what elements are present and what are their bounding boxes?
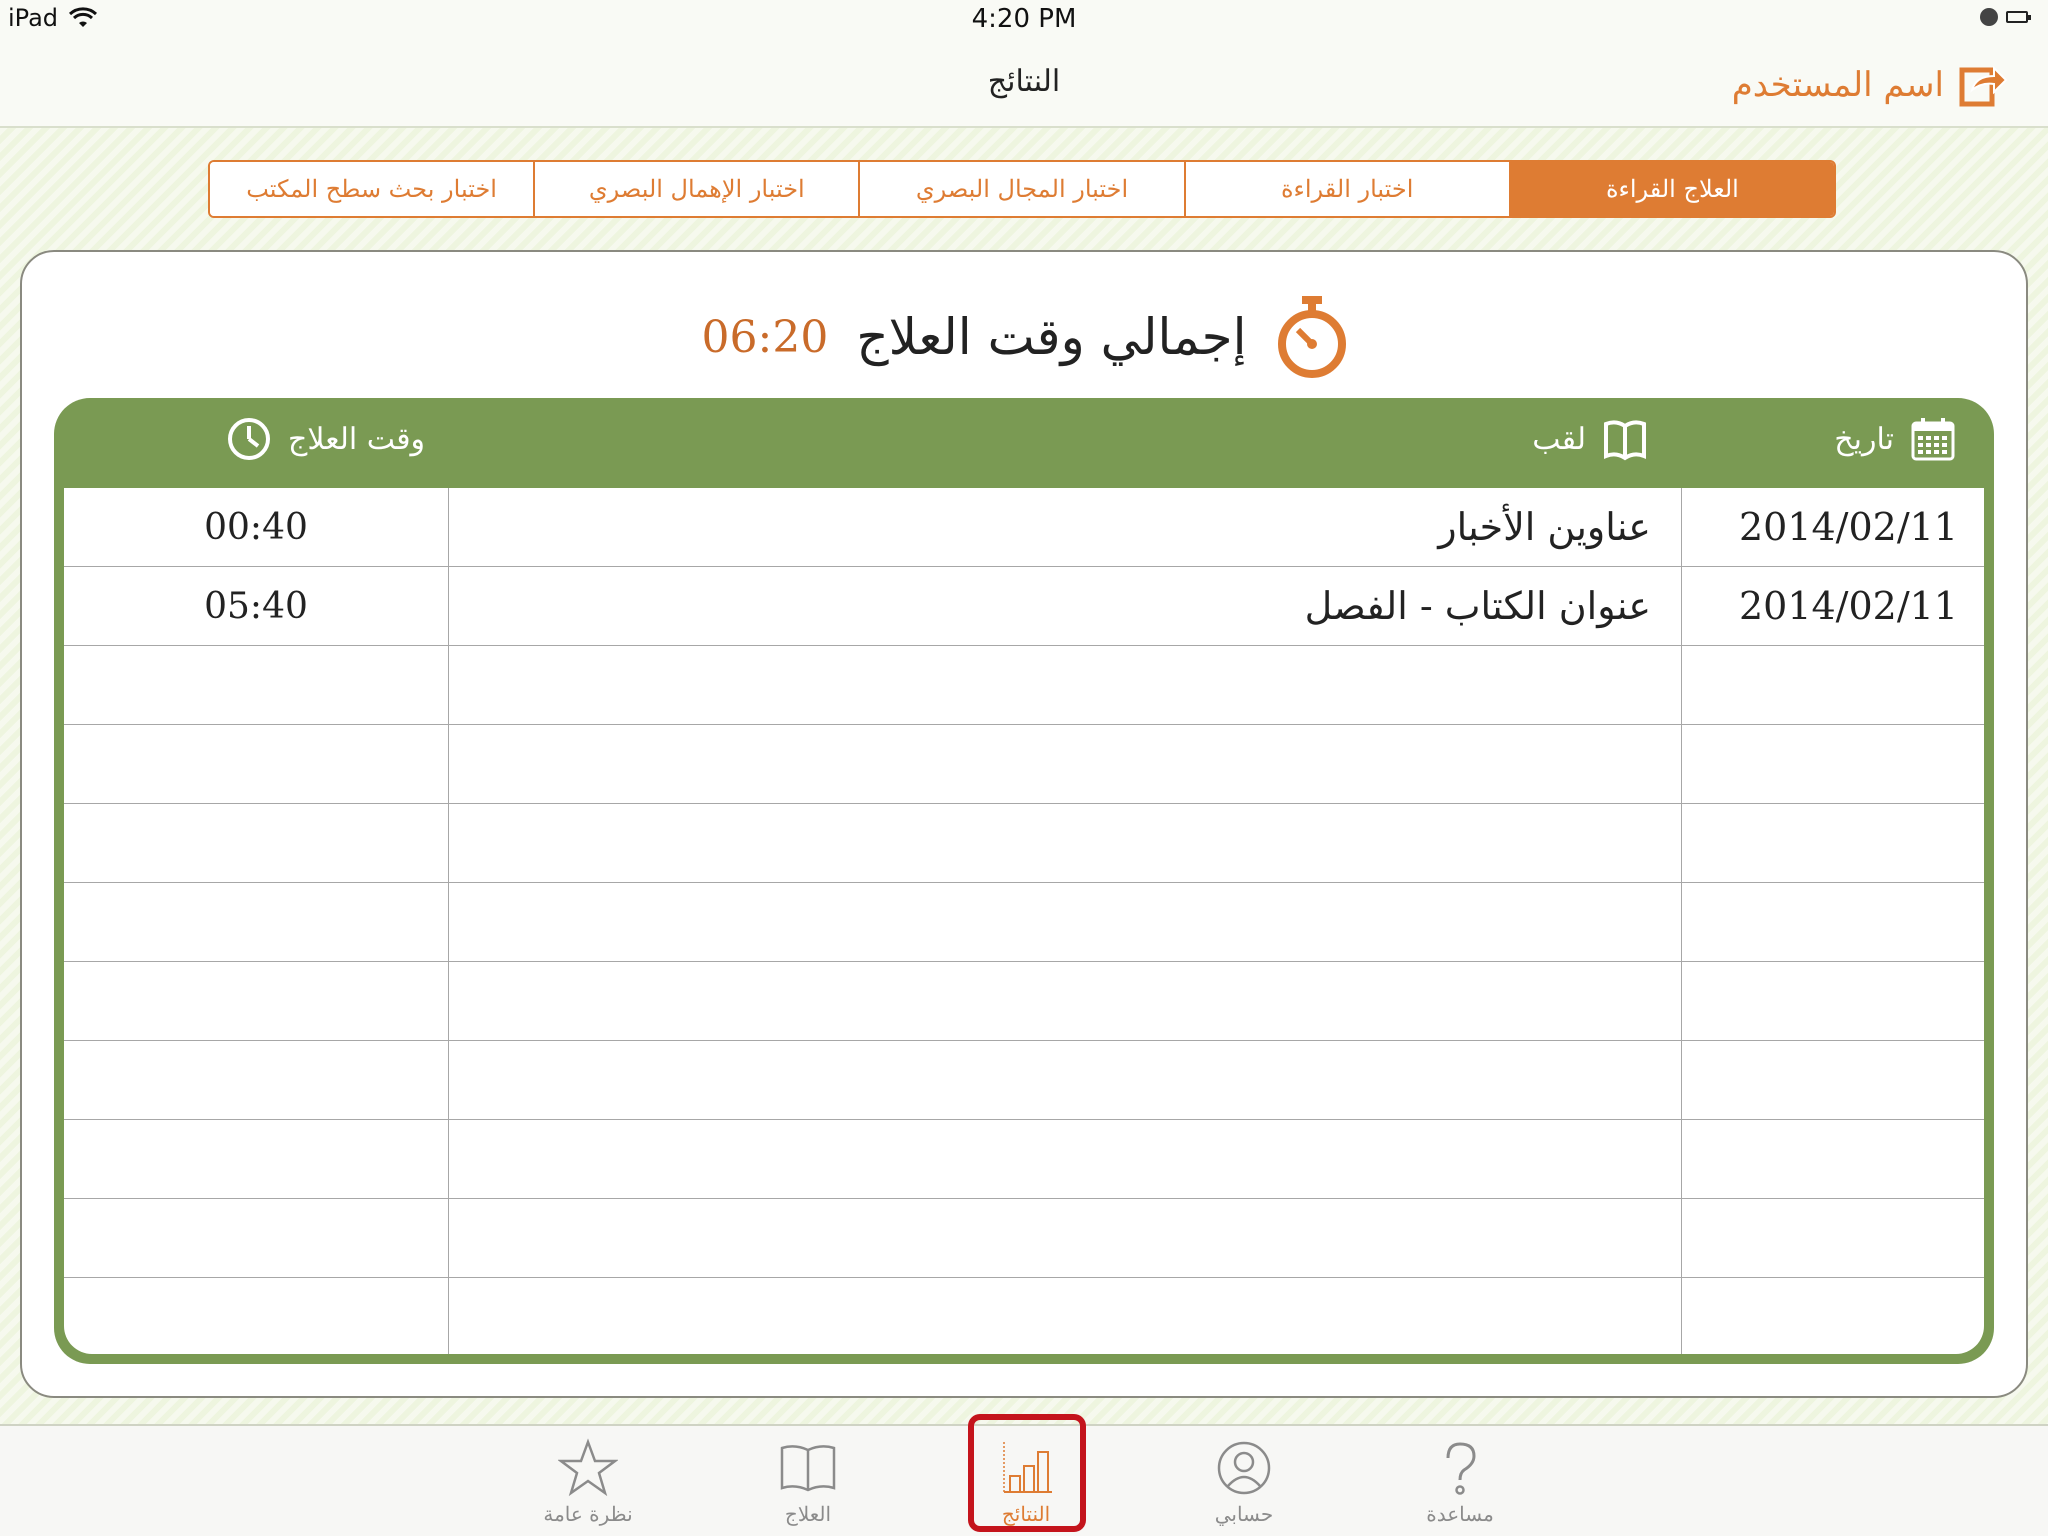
table-header: تاريخ لقب وقت العلاج [54,398,1994,488]
cell-title [448,1120,1681,1198]
cell-date [1681,883,1984,961]
cell-time [64,1041,448,1119]
header-date-label: تاريخ [1834,421,1894,457]
table-row [64,883,1984,962]
table-row [64,1120,1984,1199]
total-time-label: إجمالي وقت العلاج [856,308,1247,366]
cell-time: 00:40 [204,506,308,548]
book-icon [780,1445,836,1492]
cell-title: عنوان الكتاب - الفصل [448,567,1681,645]
rotation-lock-icon [1980,8,1998,26]
user-logout-button[interactable]: اسم المستخدم [1732,60,2008,110]
calendar-icon [1911,418,1955,461]
cell-title [448,804,1681,882]
cell-date [1681,804,1984,882]
clock-icon [228,418,270,460]
tabbar-overview[interactable]: نظرة عامة [528,1438,648,1526]
star-icon [558,1438,618,1497]
status-time: 4:20 PM [971,4,1077,34]
user-icon [1217,1441,1271,1495]
stopwatch-icon [1278,296,1347,378]
tabbar-treatment[interactable]: العلاج [748,1438,868,1526]
cell-time [64,1120,448,1198]
table-row [64,646,1984,725]
battery-icon [2006,11,2031,23]
tabbar-account[interactable]: حسابي [1184,1438,1304,1526]
status-right [1980,8,2031,26]
tab-visual-field-test[interactable]: اختبار المجال البصري [858,162,1184,216]
cell-title [448,725,1681,803]
cell-date [1681,1278,1984,1354]
header-title: لقب [1532,416,1648,462]
table-body: 2014/02/11 عناوين الأخبار 00:40 2014/02/… [64,488,1984,1354]
tab-visual-neglect-test[interactable]: اختبار الإهمال البصري [533,162,859,216]
results-card: 06:20 إجمالي وقت العلاج تاريخ لقب وقت ال… [20,250,2028,1398]
tab-reading-test[interactable]: اختبار القراءة [1183,162,1509,216]
selected-tab-highlight [968,1414,1086,1532]
table-row [64,804,1984,883]
cell-title [448,646,1681,724]
table-row [64,962,1984,1041]
header-time-label: وقت العلاج [288,421,426,457]
cell-time [64,804,448,882]
table-row: 2014/02/11 عناوين الأخبار 00:40 [64,488,1984,567]
tab-reading-treatment[interactable]: العلاج القراءة [1508,162,1834,216]
tabbar-help[interactable]: مساعدة [1400,1438,1520,1526]
cell-title [448,883,1681,961]
cell-time [64,962,448,1040]
header-title-label: لقب [1532,421,1586,457]
header-date: تاريخ [1834,416,1956,462]
cell-date: 2014/02/11 [1681,567,1984,645]
logout-icon [1959,65,2008,107]
cell-title [448,1278,1681,1354]
tabbar-account-label: حسابي [1214,1502,1274,1526]
tab-desktop-search-test[interactable]: اختبار بحث سطح المكتب [210,162,534,216]
cell-title [448,1041,1681,1119]
cell-date [1681,1041,1984,1119]
question-icon [1446,1442,1476,1495]
cell-date [1681,962,1984,1040]
table-row [64,1278,1984,1354]
book-icon [1604,420,1646,461]
cell-time [64,725,448,803]
header-time: وقت العلاج [226,416,425,462]
cell-time [64,1278,448,1354]
table-row [64,1199,1984,1278]
cell-date [1681,646,1984,724]
tabbar-treatment-label: العلاج [784,1502,832,1526]
cell-time: 05:40 [204,585,308,627]
cell-date [1681,1120,1984,1198]
cell-title: عناوين الأخبار [448,488,1681,566]
total-time-value: 06:20 [701,311,829,363]
total-treatment-time: 06:20 إجمالي وقت العلاج [22,292,2030,382]
cell-date [1681,1199,1984,1277]
tabbar-overview-label: نظرة عامة [543,1502,633,1526]
cell-time [64,646,448,724]
test-tabs: العلاج القراءة اختبار القراءة اختبار الم… [208,160,1836,218]
table-row [64,725,1984,804]
top-bar: iPad 4:20 PM النتائج اسم المستخدم [0,0,2048,128]
table-row: 2014/02/11 عنوان الكتاب - الفصل 05:40 [64,567,1984,646]
cell-date [1681,725,1984,803]
cell-title [448,1199,1681,1277]
cell-title [448,962,1681,1040]
cell-time [64,1199,448,1277]
results-table: تاريخ لقب وقت العلاج 2014/02/11 عناوين ا… [54,398,1994,1364]
tabbar-help-label: مساعدة [1426,1502,1494,1526]
table-row [64,1041,1984,1120]
user-name-label: اسم المستخدم [1731,65,1944,105]
cell-time [64,883,448,961]
cell-date: 2014/02/11 [1681,488,1984,566]
